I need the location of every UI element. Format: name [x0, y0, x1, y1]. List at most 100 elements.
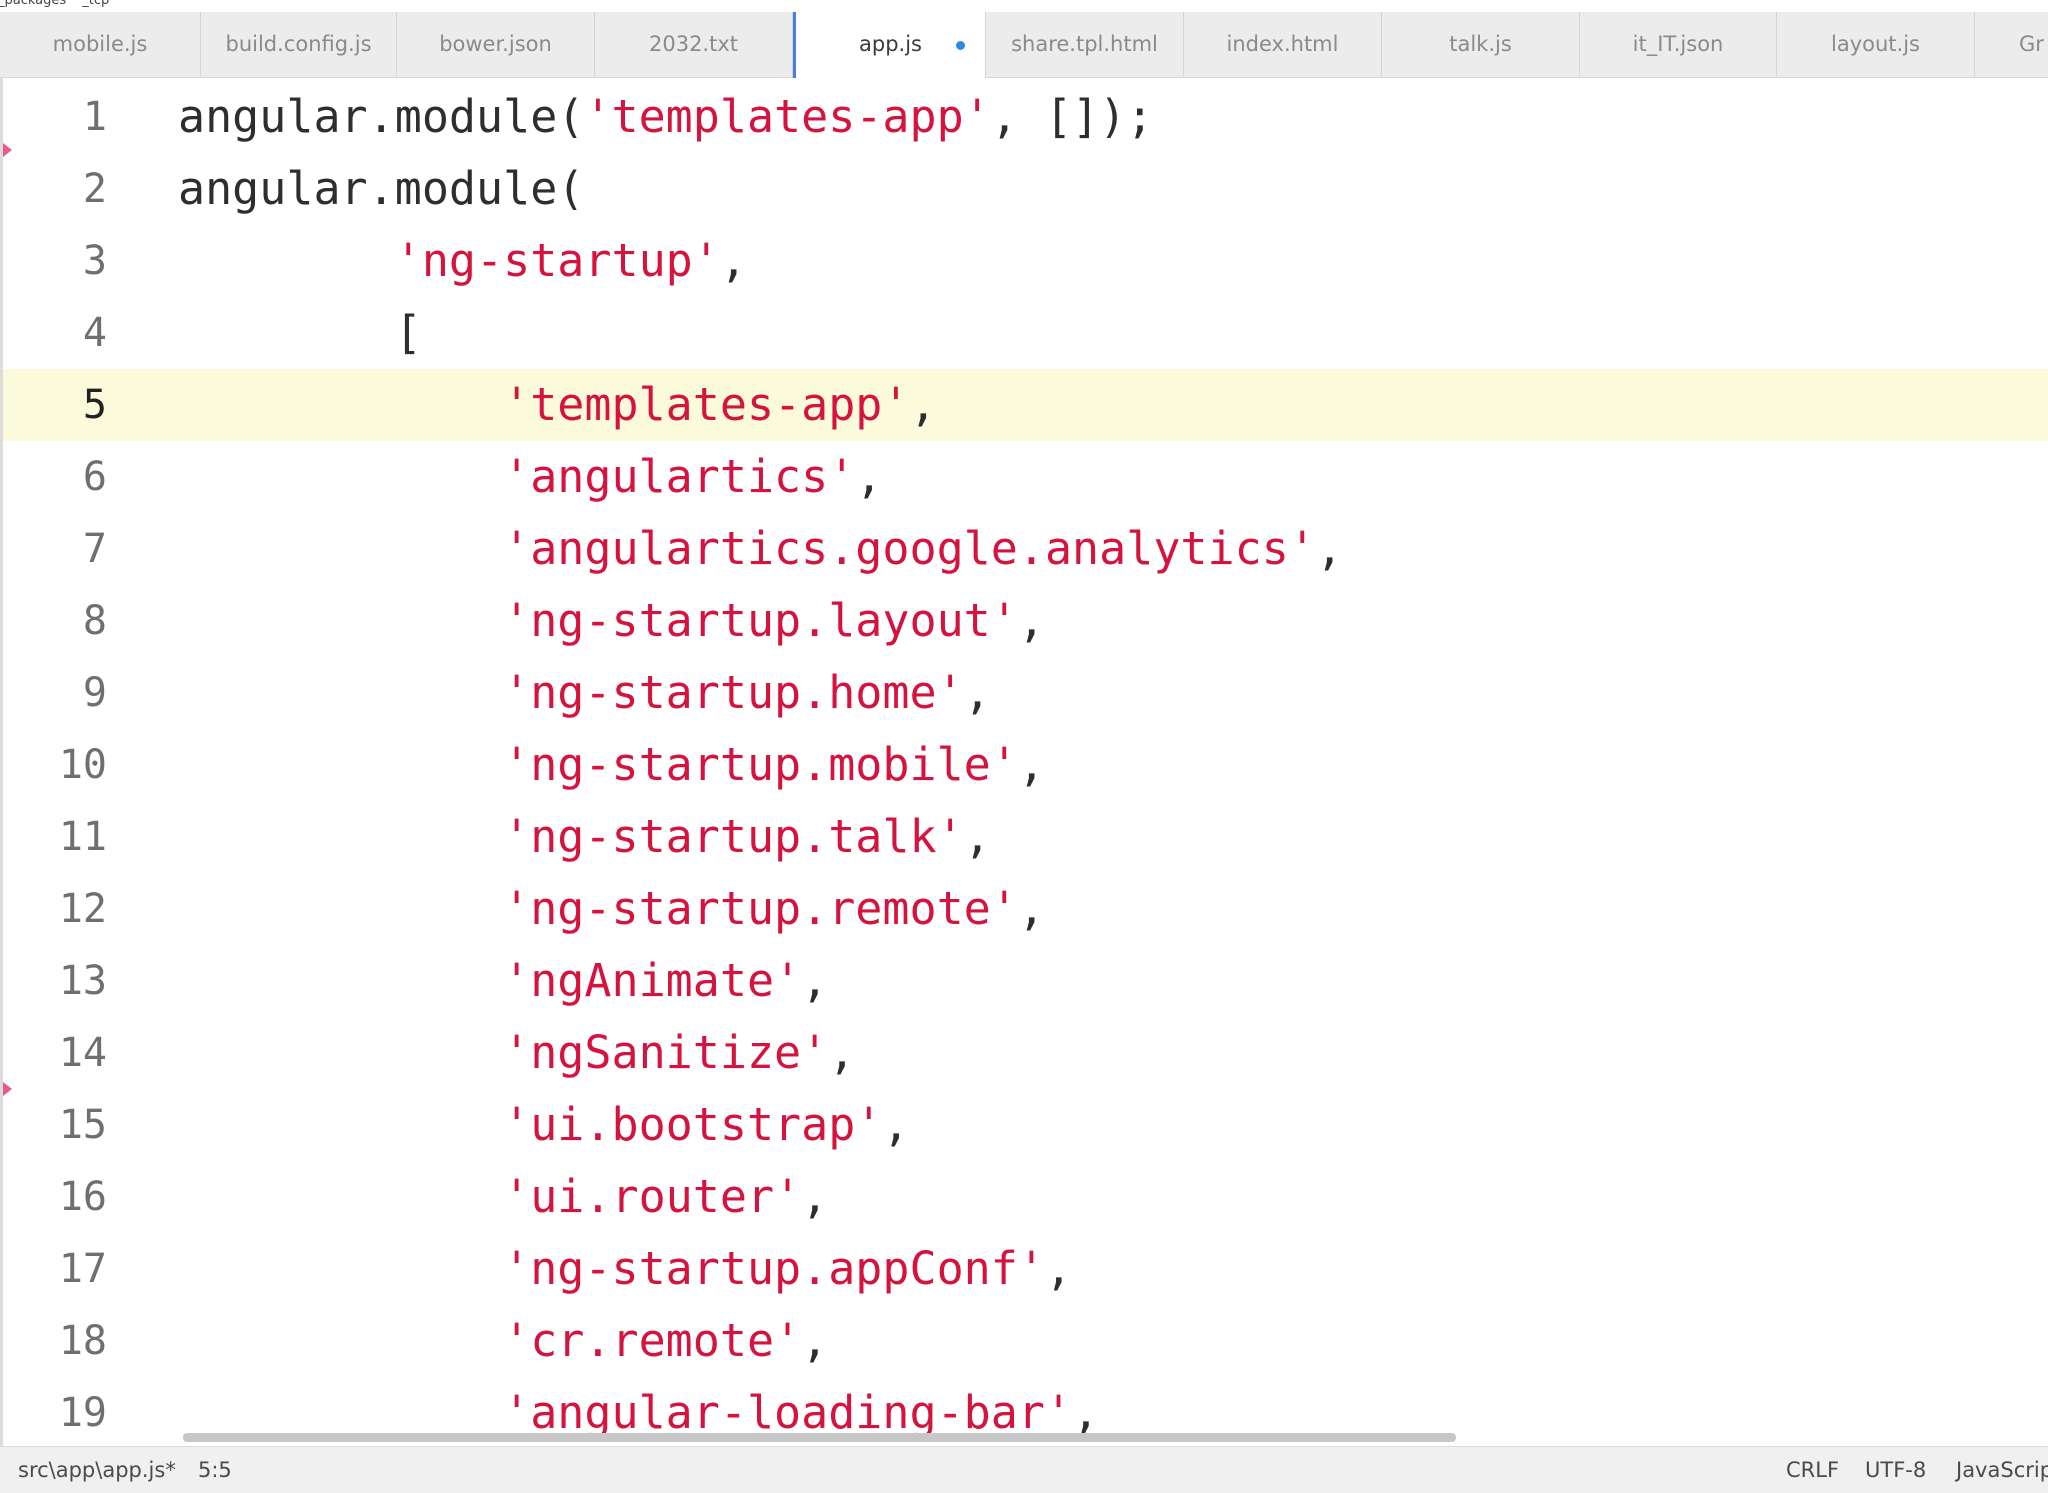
code-token: ,	[801, 1314, 829, 1367]
tab-build-config-js[interactable]: build.config.js	[201, 12, 397, 77]
code-line[interactable]: 10 'ng-startup.mobile',	[3, 729, 2048, 801]
code-text: angular.module(	[178, 153, 584, 225]
tab-label: mobile.js	[52, 32, 148, 56]
string-literal: 'templates-app'	[503, 378, 910, 431]
code-line[interactable]: 8 'ng-startup.layout',	[3, 585, 2048, 657]
string-literal: 'ngSanitize'	[503, 1026, 829, 1079]
code-text: 'ng-startup.layout',	[178, 585, 1045, 657]
horizontal-scrollbar[interactable]	[183, 1433, 1456, 1442]
status-encoding[interactable]: UTF-8	[1865, 1447, 1926, 1493]
code-line[interactable]: 17 'ng-startup.appConf',	[3, 1233, 2048, 1305]
line-number: 1	[82, 94, 107, 140]
code-token: ,	[719, 234, 747, 287]
line-number: 12	[58, 886, 107, 932]
code-line[interactable]: 16 'ui.router',	[3, 1161, 2048, 1233]
string-literal: 'templates-app'	[584, 90, 991, 143]
line-number: 7	[82, 526, 107, 572]
code-line[interactable]: 2 angular.module(	[3, 153, 2048, 225]
line-number: 16	[58, 1174, 107, 1220]
code-line[interactable]: 12 'ng-startup.remote',	[3, 873, 2048, 945]
string-literal: 'ng-startup.appConf'	[503, 1242, 1045, 1295]
code-line[interactable]: 6 'angulartics',	[3, 441, 2048, 513]
code-editor[interactable]: 1 angular.module('templates-app', []); 2 an…	[0, 78, 2048, 1446]
tab-share-tpl-html[interactable]: share.tpl.html	[986, 12, 1184, 77]
code-line[interactable]: 14 'ngSanitize',	[3, 1017, 2048, 1089]
line-number: 10	[58, 742, 107, 788]
code-line[interactable]: 9 'ng-startup.home',	[3, 657, 2048, 729]
code-token: , []);	[990, 90, 1154, 143]
code-token: ,	[909, 378, 937, 431]
code-token: ,	[828, 1026, 856, 1079]
line-number: 15	[58, 1102, 107, 1148]
code-text: 'angulartics.google.analytics',	[178, 513, 1343, 585]
code-line[interactable]: 7 'angulartics.google.analytics',	[3, 513, 2048, 585]
string-literal: 'cr.remote'	[503, 1314, 802, 1367]
breadcrumb: _packages _tcp	[0, 0, 2048, 12]
tab-gr[interactable]: Gr	[1975, 12, 2048, 77]
status-cursor-position[interactable]: 5:5	[198, 1447, 232, 1493]
code-token: ,	[882, 1098, 910, 1151]
tab-it-it-json[interactable]: it_IT.json	[1580, 12, 1777, 77]
code-token: ,	[1044, 1242, 1073, 1295]
code-line[interactable]: 15 'ui.bootstrap',	[3, 1089, 2048, 1161]
tab-index-html[interactable]: index.html	[1184, 12, 1382, 77]
line-number: 18	[58, 1318, 107, 1364]
code-line[interactable]: 3 'ng-startup',	[3, 225, 2048, 297]
code-line[interactable]: 13 'ngAnimate',	[3, 945, 2048, 1017]
tab-bower-json[interactable]: bower.json	[397, 12, 595, 77]
tab-app-js[interactable]: app.js	[793, 12, 986, 78]
code-text: 'ng-startup.mobile',	[178, 729, 1045, 801]
code-text: 'ng-startup.talk',	[178, 801, 991, 873]
code-text: 'ng-startup',	[178, 225, 747, 297]
code-token: ,	[963, 810, 991, 863]
code-line[interactable]: 18 'cr.remote',	[3, 1305, 2048, 1377]
tab-2032-txt[interactable]: 2032.txt	[595, 12, 793, 77]
string-literal: 'ng-startup.remote'	[503, 882, 1018, 935]
tab-mobile-js[interactable]: mobile.js	[0, 12, 201, 77]
tab-layout-js[interactable]: layout.js	[1777, 12, 1975, 77]
string-literal: 'ng-startup.talk'	[503, 810, 964, 863]
status-file-path[interactable]: src\app\app.js*	[18, 1447, 176, 1493]
line-number: 9	[82, 670, 107, 716]
status-bar: src\app\app.js* 5:5 CRLF UTF-8 JavaScrip…	[0, 1446, 2048, 1493]
string-literal: 'ng-startup.home'	[503, 666, 964, 719]
code-line[interactable]: 5 'templates-app',	[3, 369, 2048, 441]
code-token: ,	[1017, 882, 1045, 935]
status-language[interactable]: JavaScript	[1956, 1447, 2048, 1493]
tab-label: app.js	[859, 32, 922, 56]
code-token: ,	[1072, 1386, 1100, 1439]
code-text: 'cr.remote',	[178, 1305, 828, 1377]
tab-label: Gr	[2019, 32, 2044, 56]
tab-bar: mobile.js build.config.js bower.json 203…	[0, 12, 2048, 78]
code-line[interactable]: 11 'ng-startup.talk',	[3, 801, 2048, 873]
string-literal: 'ngAnimate'	[503, 954, 802, 1007]
status-line-ending[interactable]: CRLF	[1786, 1447, 1839, 1493]
breadcrumb-item[interactable]: _packages	[0, 0, 66, 8]
line-number: 6	[82, 454, 107, 500]
code-text: 'ng-startup.remote',	[178, 873, 1045, 945]
tab-label: bower.json	[439, 32, 552, 56]
code-text: 'templates-app',	[178, 369, 937, 441]
string-literal: 'angulartics.google.analytics'	[503, 522, 1316, 575]
code-line[interactable]: 1 angular.module('templates-app', []);	[3, 81, 2048, 153]
string-literal: 'ui.bootstrap'	[503, 1098, 883, 1151]
string-literal: 'angular-loading-bar'	[503, 1386, 1073, 1439]
breadcrumb-item[interactable]: _tcp	[82, 0, 109, 8]
code-text: [	[178, 297, 422, 369]
code-text: 'angulartics',	[178, 441, 882, 513]
tab-talk-js[interactable]: talk.js	[1382, 12, 1580, 77]
string-literal: 'ui.router'	[503, 1170, 802, 1223]
code-line[interactable]: 4 [	[3, 297, 2048, 369]
line-number: 5	[82, 382, 107, 428]
